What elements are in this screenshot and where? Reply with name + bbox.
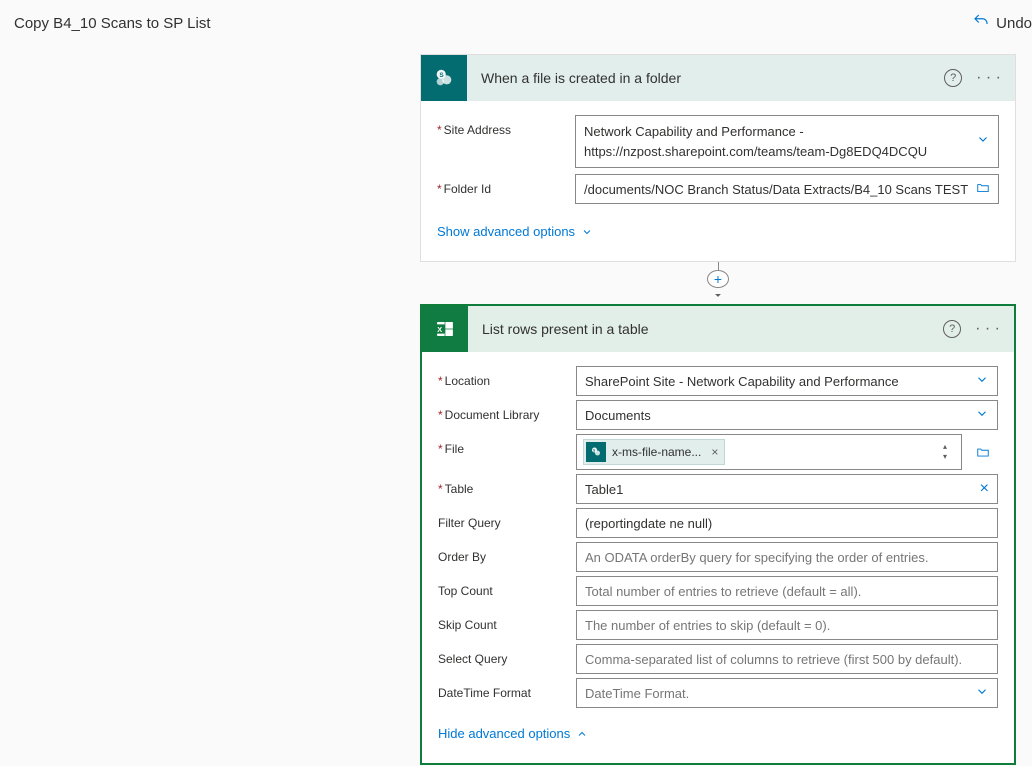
orderby-label: Order By bbox=[438, 542, 576, 564]
chevron-up-icon bbox=[576, 728, 588, 740]
site-address-input[interactable]: Network Capability and Performance - htt… bbox=[575, 115, 999, 168]
help-icon[interactable]: ? bbox=[943, 320, 961, 338]
chevron-down-icon[interactable] bbox=[975, 685, 989, 702]
topbar-actions: Undo bbox=[972, 12, 1032, 34]
trigger-card: S When a file is created in a folder ? ·… bbox=[420, 54, 1016, 262]
doclib-label: *Document Library bbox=[438, 400, 576, 422]
hide-advanced-link[interactable]: Hide advanced options bbox=[438, 726, 588, 741]
folder-id-label: *Folder Id bbox=[437, 174, 575, 196]
dtformat-input[interactable]: DateTime Format. bbox=[576, 678, 998, 708]
more-icon[interactable]: · · · bbox=[975, 320, 1000, 338]
file-picker-icon[interactable] bbox=[968, 434, 998, 470]
top-input[interactable]: Total number of entries to retrieve (def… bbox=[576, 576, 998, 606]
help-icon[interactable]: ? bbox=[944, 69, 962, 87]
select-input[interactable]: Comma-separated list of columns to retri… bbox=[576, 644, 998, 674]
stepper-icon[interactable]: ▴▾ bbox=[935, 443, 955, 461]
step-connector: + bbox=[420, 262, 1016, 304]
remove-token-icon[interactable]: × bbox=[707, 445, 718, 459]
trigger-header[interactable]: S When a file is created in a folder ? ·… bbox=[421, 55, 1015, 101]
skip-label: Skip Count bbox=[438, 610, 576, 632]
site-address-label: *Site Address bbox=[437, 115, 575, 137]
table-label: *Table bbox=[438, 474, 576, 496]
action-header[interactable]: X List rows present in a table ? · · · bbox=[422, 306, 1014, 352]
chevron-down-icon[interactable] bbox=[975, 373, 989, 390]
sharepoint-token-icon: S bbox=[586, 442, 606, 462]
arrow-down-icon bbox=[711, 286, 725, 304]
flow-canvas: S When a file is created in a folder ? ·… bbox=[420, 54, 1016, 765]
dtformat-label: DateTime Format bbox=[438, 678, 576, 700]
action-card: X List rows present in a table ? · · · *… bbox=[420, 304, 1016, 765]
svg-text:S: S bbox=[439, 72, 444, 79]
location-input[interactable]: SharePoint Site - Network Capability and… bbox=[576, 366, 998, 396]
sharepoint-icon: S bbox=[421, 55, 467, 101]
file-input[interactable]: S x-ms-file-name... × ▴▾ bbox=[576, 434, 962, 470]
folder-picker-icon[interactable] bbox=[976, 181, 990, 198]
select-label: Select Query bbox=[438, 644, 576, 666]
show-advanced-link[interactable]: Show advanced options bbox=[437, 224, 593, 239]
file-label: *File bbox=[438, 434, 576, 456]
more-icon[interactable]: · · · bbox=[976, 69, 1001, 87]
trigger-title: When a file is created in a folder bbox=[467, 70, 944, 86]
undo-icon[interactable] bbox=[972, 12, 990, 34]
filter-label: Filter Query bbox=[438, 508, 576, 530]
dynamic-content-token[interactable]: S x-ms-file-name... × bbox=[583, 439, 725, 465]
action-title: List rows present in a table bbox=[468, 321, 943, 337]
skip-input[interactable]: The number of entries to skip (default =… bbox=[576, 610, 998, 640]
svg-text:X: X bbox=[437, 325, 442, 334]
orderby-input[interactable]: An ODATA orderBy query for specifying th… bbox=[576, 542, 998, 572]
chevron-down-icon[interactable] bbox=[975, 407, 989, 424]
location-label: *Location bbox=[438, 366, 576, 388]
chevron-down-icon bbox=[581, 226, 593, 238]
top-label: Top Count bbox=[438, 576, 576, 598]
trigger-body: *Site Address Network Capability and Per… bbox=[421, 101, 1015, 261]
folder-id-input[interactable]: /documents/NOC Branch Status/Data Extrac… bbox=[575, 174, 999, 204]
table-input[interactable]: Table1 × bbox=[576, 474, 998, 504]
clear-icon[interactable]: × bbox=[980, 480, 989, 498]
excel-icon: X bbox=[422, 306, 468, 352]
filter-input[interactable]: (reportingdate ne null) bbox=[576, 508, 998, 538]
action-body: *Location SharePoint Site - Network Capa… bbox=[422, 352, 1014, 763]
topbar: Copy B4_10 Scans to SP List Undo bbox=[0, 0, 1032, 46]
undo-label[interactable]: Undo bbox=[996, 15, 1032, 32]
doclib-input[interactable]: Documents bbox=[576, 400, 998, 430]
flow-title: Copy B4_10 Scans to SP List bbox=[14, 15, 211, 32]
chevron-down-icon[interactable] bbox=[976, 132, 990, 152]
